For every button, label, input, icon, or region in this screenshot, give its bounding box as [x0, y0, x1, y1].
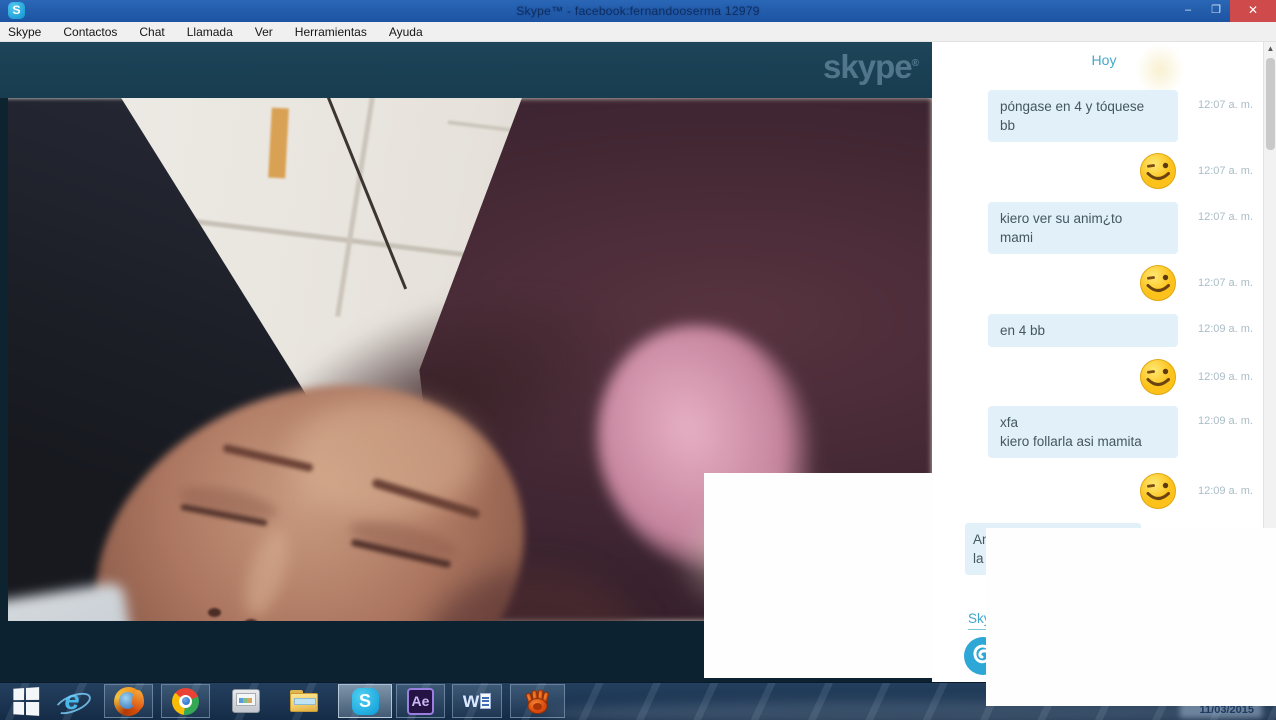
chat-message-bubble: kiero ver su anim¿tomami: [988, 202, 1178, 254]
chat-message-line: en 4 bb: [1000, 321, 1178, 340]
menu-item-chat[interactable]: Chat: [139, 22, 164, 42]
skype-icon: S: [352, 688, 379, 715]
taskbar-item-firefox[interactable]: [104, 684, 153, 718]
chat-message-line: póngase en 4 y tóquese: [1000, 97, 1178, 116]
menu-item-ver[interactable]: Ver: [255, 22, 273, 42]
message-timestamp: 12:09 a. m.: [1198, 323, 1253, 335]
video-left-edge: [0, 98, 8, 621]
message-timestamp: 12:09 a. m.: [1198, 485, 1253, 497]
window-titlebar: S Skype™ - facebook:fernandooserma 12979…: [0, 0, 1276, 22]
taskbar-item-media-player[interactable]: [230, 686, 262, 716]
windows-logo-icon: [13, 687, 39, 716]
taskbar-item-word[interactable]: w: [452, 684, 502, 718]
message-timestamp: 12:09 a. m.: [1198, 371, 1253, 383]
taskbar-item-chrome[interactable]: [161, 684, 210, 718]
chat-message-line: xfa: [1000, 413, 1178, 432]
chat-message-line: mami: [1000, 228, 1178, 247]
wink-emoticon: [1139, 152, 1177, 190]
word-document-glyph: [480, 693, 491, 709]
menu-item-llamada[interactable]: Llamada: [187, 22, 233, 42]
chrome-icon: [172, 688, 199, 715]
desktop: S Skype™ - facebook:fernandooserma 12979…: [0, 0, 1276, 720]
message-timestamp: 12:07 a. m.: [1198, 277, 1253, 289]
menu-item-contactos[interactable]: Contactos: [63, 22, 117, 42]
close-button[interactable]: ✕: [1230, 0, 1276, 22]
firefox-icon: [114, 687, 143, 716]
menu-item-herramientas[interactable]: Herramientas: [295, 22, 367, 42]
taskbar-item-internet-explorer[interactable]: e: [56, 686, 88, 716]
start-button[interactable]: [10, 686, 40, 716]
window-title: Skype™ - facebook:fernandooserma 12979: [0, 4, 1276, 18]
video-forehead-highlight: [290, 398, 480, 518]
message-timestamp: 12:09 a. m.: [1198, 415, 1253, 427]
orange-hand-icon: [524, 687, 552, 715]
chat-message-line: kiero follarla asi mamita: [1000, 432, 1178, 451]
white-overlay-box-1: [704, 473, 933, 678]
menu-item-ayuda[interactable]: Ayuda: [389, 22, 423, 42]
wink-emoticon: [1139, 264, 1177, 302]
taskbar-item-orange-hand[interactable]: [510, 684, 565, 718]
message-timestamp: 12:07 a. m.: [1198, 211, 1253, 223]
taskbar-item-file-explorer[interactable]: [287, 686, 321, 716]
chat-message-bubble: en 4 bb: [988, 314, 1178, 347]
chat-message-bubble: póngase en 4 y tóquesebb: [988, 90, 1178, 142]
call-header-band: skype®: [0, 42, 932, 98]
after-effects-icon: Ae: [407, 688, 434, 715]
scroll-up-arrow[interactable]: ▲: [1264, 42, 1276, 56]
menu-item-skype[interactable]: Skype: [8, 22, 41, 42]
media-player-icon: [232, 689, 260, 713]
chat-message-line: kiero ver su anim¿to: [1000, 209, 1178, 228]
minimize-button[interactable]: –: [1174, 0, 1202, 22]
window-controls: – ❐ ✕: [1174, 0, 1276, 22]
message-timestamp: 12:07 a. m.: [1198, 165, 1253, 177]
wink-emoticon: [1139, 358, 1177, 396]
video-yellow-object: [268, 108, 289, 179]
chat-message-bubble: xfakiero follarla asi mamita: [988, 406, 1178, 458]
video-nostril: [208, 608, 221, 617]
taskbar-item-skype[interactable]: S: [338, 684, 392, 718]
internet-explorer-icon: e: [57, 686, 87, 716]
folder-icon: [290, 690, 318, 712]
chat-message-line: bb: [1000, 116, 1178, 135]
message-timestamp: 12:07 a. m.: [1198, 99, 1253, 111]
word-icon: w: [463, 688, 491, 714]
wink-emoticon: [1139, 472, 1177, 510]
menu-bar: Skype Contactos Chat Llamada Ver Herramientas…: [0, 22, 1276, 42]
skype-watermark-logo: skype®: [823, 48, 918, 86]
maximize-button[interactable]: ❐: [1202, 0, 1230, 22]
chat-date-divider: Hoy: [932, 52, 1276, 68]
taskbar-item-after-effects[interactable]: Ae: [396, 684, 445, 718]
white-overlay-box-2: [986, 528, 1276, 706]
scrollbar-thumb[interactable]: [1266, 58, 1275, 150]
